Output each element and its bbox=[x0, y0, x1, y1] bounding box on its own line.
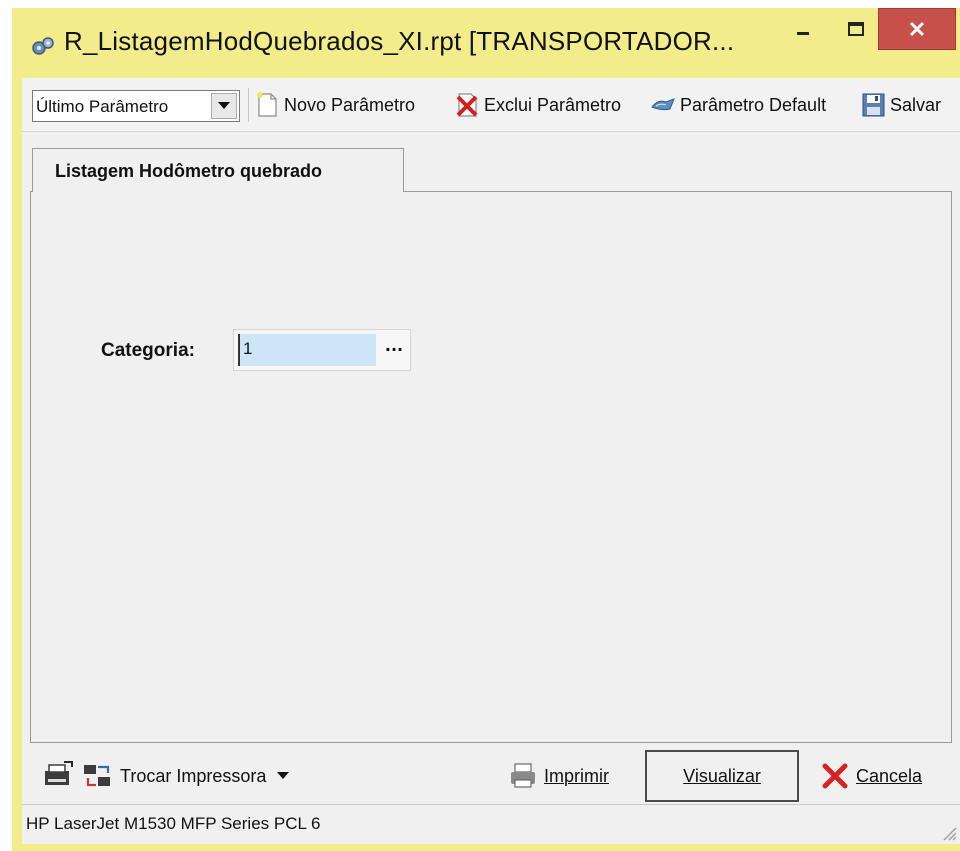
new-parameter-button[interactable]: Novo Parâmetro bbox=[254, 88, 415, 122]
swap-printer-icon bbox=[84, 765, 110, 787]
categoria-label: Categoria: bbox=[101, 340, 195, 361]
cancel-button[interactable]: Cancela bbox=[820, 758, 922, 794]
status-bar: HP LaserJet M1530 MFP Series PCL 6 bbox=[22, 804, 960, 844]
main-content: Listagem Hodômetro quebrado Categoria: 1… bbox=[22, 132, 960, 804]
delete-parameter-label: Exclui Parâmetro bbox=[484, 94, 622, 115]
print-label: Imprimir bbox=[544, 765, 609, 786]
new-document-icon bbox=[257, 92, 277, 117]
printer-icon bbox=[511, 763, 535, 788]
parameter-toolbar: Último Parâmetro Novo Parâmetro Exclui P… bbox=[22, 78, 960, 132]
categoria-input[interactable]: 1 bbox=[238, 334, 376, 366]
print-button[interactable]: Imprimir bbox=[508, 758, 609, 794]
default-param-icon bbox=[651, 98, 675, 111]
chevron-down-icon bbox=[218, 102, 230, 109]
toolbar-separator bbox=[248, 88, 249, 122]
categoria-field[interactable]: 1 ··· bbox=[233, 329, 411, 371]
floppy-disk-icon bbox=[862, 93, 885, 117]
printer-name: HP LaserJet M1530 MFP Series PCL 6 bbox=[26, 814, 321, 833]
resize-grip-icon[interactable] bbox=[938, 822, 958, 842]
chevron-down-icon bbox=[277, 772, 290, 779]
minimize-icon bbox=[797, 32, 809, 35]
tab-panel: Categoria: 1 ··· bbox=[30, 191, 952, 743]
printer-setup-button[interactable] bbox=[42, 758, 76, 794]
bottom-action-bar: Trocar Impressora Imprimir Visualizar Ca… bbox=[22, 746, 960, 804]
report-window: R_ListagemHodQuebrados_XI.rpt [TRANSPORT… bbox=[12, 8, 960, 851]
title-bar[interactable]: R_ListagemHodQuebrados_XI.rpt [TRANSPORT… bbox=[12, 8, 960, 78]
close-button[interactable] bbox=[878, 8, 956, 50]
tab-listagem-hodometro[interactable]: Listagem Hodômetro quebrado bbox=[32, 148, 404, 192]
default-parameter-label: Parâmetro Default bbox=[680, 94, 827, 115]
minimize-button[interactable] bbox=[783, 12, 823, 46]
maximize-icon bbox=[848, 22, 864, 36]
preview-button[interactable]: Visualizar bbox=[645, 750, 799, 802]
delete-document-icon bbox=[456, 93, 478, 117]
close-icon bbox=[909, 21, 925, 37]
maximize-button[interactable] bbox=[836, 12, 876, 46]
change-printer-label: Trocar Impressora bbox=[120, 765, 267, 786]
printer-gear-icon bbox=[32, 37, 54, 55]
tab-label: Listagem Hodômetro quebrado bbox=[55, 161, 323, 181]
save-button[interactable]: Salvar bbox=[860, 88, 941, 122]
default-parameter-button[interactable]: Parâmetro Default bbox=[650, 88, 826, 122]
window-title: R_ListagemHodQuebrados_XI.rpt [TRANSPORT… bbox=[64, 26, 735, 56]
lookup-button[interactable]: ··· bbox=[380, 336, 408, 362]
dropdown-arrow[interactable] bbox=[211, 93, 237, 119]
save-label: Salvar bbox=[890, 94, 942, 115]
preview-label: Visualizar bbox=[683, 765, 761, 786]
parameter-select-value: Último Parâmetro bbox=[36, 97, 169, 116]
red-x-icon bbox=[822, 763, 848, 789]
printer-setup-icon bbox=[45, 761, 73, 785]
cancel-label: Cancela bbox=[856, 765, 923, 786]
parameter-select[interactable]: Último Parâmetro bbox=[32, 90, 240, 122]
change-printer-button[interactable]: Trocar Impressora bbox=[82, 758, 290, 794]
new-parameter-label: Novo Parâmetro bbox=[284, 94, 416, 115]
delete-parameter-button[interactable]: Exclui Parâmetro bbox=[454, 88, 621, 122]
